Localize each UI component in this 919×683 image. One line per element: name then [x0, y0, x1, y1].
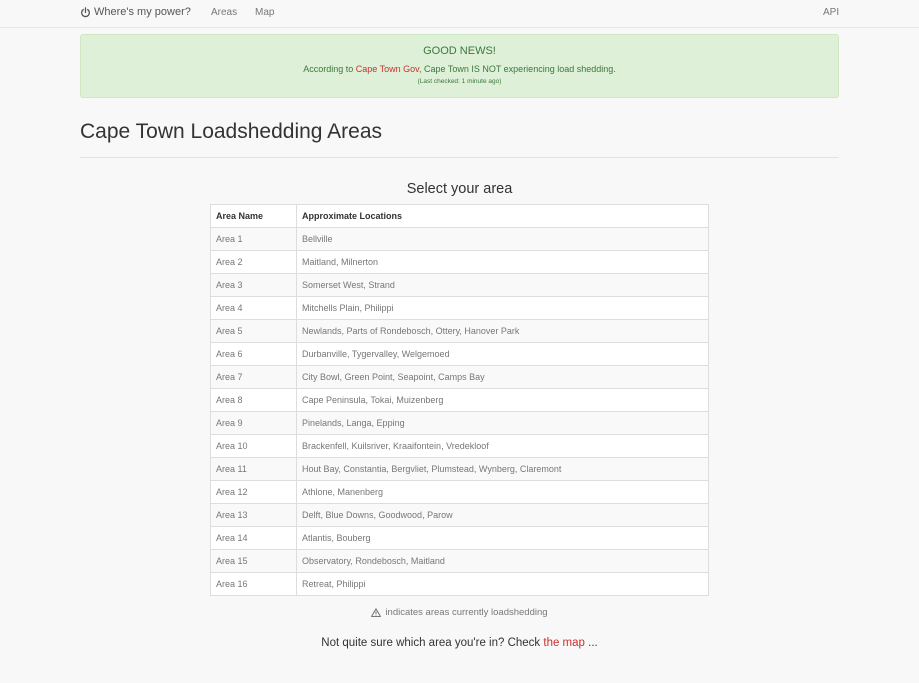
divider	[80, 157, 839, 158]
page-title: Cape Town Loadshedding Areas	[80, 120, 383, 143]
area-name-cell: Area 10	[210, 434, 297, 458]
nav-map-link[interactable]: Map	[255, 7, 274, 18]
area-name-cell: Area 15	[210, 549, 297, 573]
area-name-cell: Area 1	[210, 227, 297, 251]
nav-api-link[interactable]: API	[823, 7, 839, 18]
alert-message: According to Cape Town Gov, Cape Town IS…	[81, 64, 838, 74]
header-area-name: Area Name	[210, 204, 297, 228]
footer-note: Not quite sure which area you're in? Che…	[0, 637, 919, 649]
status-alert: GOOD NEWS! According to Cape Town Gov, C…	[80, 34, 839, 98]
area-name-cell: Area 14	[210, 526, 297, 550]
area-name-cell: Area 11	[210, 457, 297, 481]
footer-prefix: Not quite sure which area you're in? Che…	[321, 637, 544, 649]
table-row[interactable]: Area 6 Durbanville, Tygervalley, Welgemoe…	[210, 342, 709, 366]
cape-town-gov-link[interactable]: Cape Town Gov	[356, 64, 419, 74]
table-row[interactable]: Area 9 Pinelands, Langa, Epping	[210, 411, 709, 435]
power-icon	[81, 6, 90, 17]
area-locations-cell: City Bowl, Green Point, Seapoint, Camps …	[296, 365, 709, 389]
area-locations-cell: Brackenfell, Kuilsriver, Kraaifontein, V…	[296, 434, 709, 458]
area-locations-cell: Hout Bay, Constantia, Bergvliet, Plumste…	[296, 457, 709, 481]
alert-suffix: , Cape Town IS NOT experiencing load she…	[418, 64, 616, 74]
area-name-cell: Area 7	[210, 365, 297, 389]
area-name-cell: Area 3	[210, 273, 297, 297]
table-row[interactable]: Area 15 Observatory, Rondebosch, Maitland	[210, 549, 709, 573]
brand-label: Where's my power?	[94, 6, 191, 18]
table-row[interactable]: Area 3 Somerset West, Strand	[210, 273, 709, 297]
area-locations-cell: Atlantis, Bouberg	[296, 526, 709, 550]
area-name-cell: Area 12	[210, 480, 297, 504]
area-name-cell: Area 13	[210, 503, 297, 527]
area-locations-cell: Pinelands, Langa, Epping	[296, 411, 709, 435]
area-locations-cell: Mitchells Plain, Philippi	[296, 296, 709, 320]
table-row[interactable]: Area 14 Atlantis, Bouberg	[210, 526, 709, 550]
table-header-row: Area Name Approximate Locations	[210, 204, 709, 228]
table-row[interactable]: Area 16 Retreat, Philippi	[210, 572, 709, 596]
area-locations-cell: Observatory, Rondebosch, Maitland	[296, 549, 709, 573]
footer-suffix: ...	[584, 637, 598, 649]
last-checked-text: (Last checked: 1 minute ago)	[417, 78, 502, 85]
select-area-heading: Select your area	[406, 181, 513, 197]
area-locations-cell: Newlands, Parts of Rondebosch, Ottery, H…	[296, 319, 709, 343]
area-locations-cell: Delft, Blue Downs, Goodwood, Parow	[296, 503, 709, 527]
table-row[interactable]: Area 11 Hout Bay, Constantia, Bergvliet, …	[210, 457, 709, 481]
table-row[interactable]: Area 2 Maitland, Milnerton	[210, 250, 709, 274]
area-name-cell: Area 5	[210, 319, 297, 343]
area-locations-cell: Durbanville, Tygervalley, Welgemoed	[296, 342, 709, 366]
table-row[interactable]: Area 7 City Bowl, Green Point, Seapoint, …	[210, 365, 709, 389]
area-locations-cell: Maitland, Milnerton	[296, 250, 709, 274]
area-name-cell: Area 6	[210, 342, 297, 366]
area-name-cell: Area 16	[210, 572, 297, 596]
legend-text: indicates areas currently loadshedding	[385, 607, 548, 618]
legend: indicates areas currently loadshedding	[0, 607, 919, 618]
navbar: Where's my power? Areas Map API	[0, 0, 919, 28]
area-name-cell: Area 4	[210, 296, 297, 320]
table-row[interactable]: Area 10 Brackenfell, Kuilsriver, Kraaifon…	[210, 434, 709, 458]
table-row[interactable]: Area 4 Mitchells Plain, Philippi	[210, 296, 709, 320]
area-name-cell: Area 9	[210, 411, 297, 435]
table-row[interactable]: Area 8 Cape Peninsula, Tokai, Muizenberg	[210, 388, 709, 412]
area-locations-cell: Somerset West, Strand	[296, 273, 709, 297]
alert-title: GOOD NEWS!	[423, 45, 496, 57]
area-locations-cell: Retreat, Philippi	[296, 572, 709, 596]
area-locations-cell: Cape Peninsula, Tokai, Muizenberg	[296, 388, 709, 412]
nav-areas-link[interactable]: Areas	[211, 7, 237, 18]
area-name-cell: Area 2	[210, 250, 297, 274]
header-approx-locations: Approximate Locations	[296, 204, 709, 228]
table-row[interactable]: Area 13 Delft, Blue Downs, Goodwood, Paro…	[210, 503, 709, 527]
area-locations-cell: Athlone, Manenberg	[296, 480, 709, 504]
area-locations-cell: Bellville	[296, 227, 709, 251]
area-name-cell: Area 8	[210, 388, 297, 412]
brand-link[interactable]: Where's my power?	[80, 6, 191, 18]
table-row[interactable]: Area 5 Newlands, Parts of Rondebosch, Ott…	[210, 319, 709, 343]
table-row[interactable]: Area 12 Athlone, Manenberg	[210, 480, 709, 504]
alert-prefix: According to	[303, 64, 356, 74]
areas-table: Area Name Approximate Locations Area 1 Be…	[210, 204, 709, 596]
table-row[interactable]: Area 1 Bellville	[210, 227, 709, 251]
map-link[interactable]: the map	[543, 637, 585, 649]
warning-icon	[371, 608, 382, 617]
